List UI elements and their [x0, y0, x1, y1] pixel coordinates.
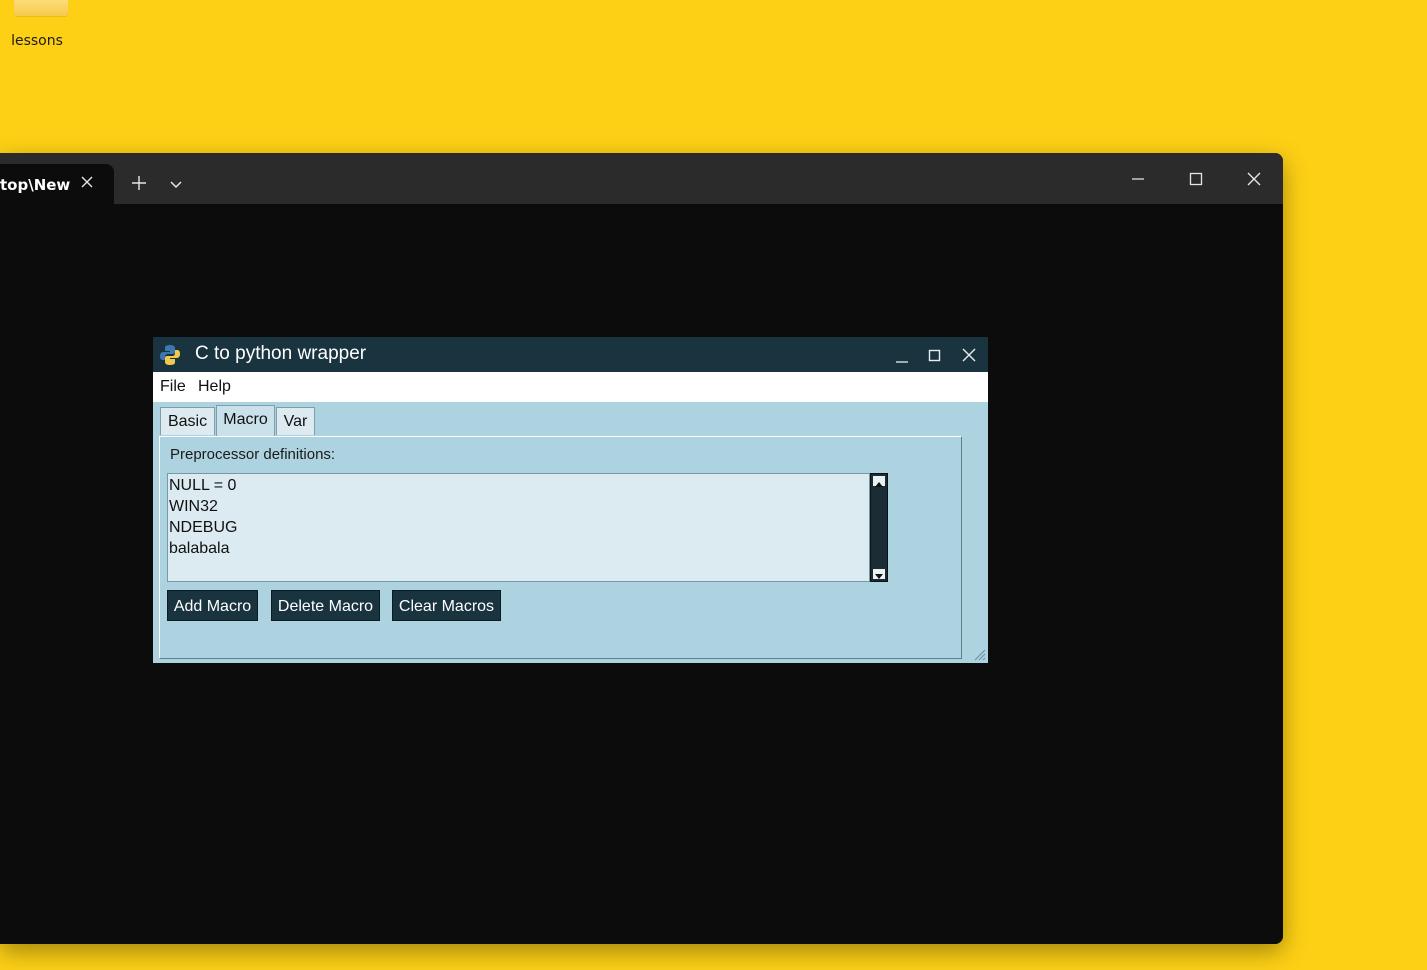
preprocessor-definitions-label: Preprocessor definitions:	[170, 446, 336, 463]
tab-var[interactable]: Var	[276, 407, 315, 435]
tab-basic[interactable]: Basic	[160, 407, 215, 435]
tab-macro[interactable]: Macro	[216, 405, 275, 437]
listbox-scrollbar[interactable]	[870, 473, 888, 582]
desktop: lessons top\New C to python wrapper File…	[0, 0, 1427, 970]
list-item[interactable]: WIN32	[169, 496, 218, 517]
c-to-python-wrapper-window: C to python wrapper File Help Basic Macr…	[153, 337, 988, 663]
desktop-icon-label: lessons	[11, 33, 63, 49]
macro-panel: Preprocessor definitions: NULL = 0 WIN32…	[159, 436, 962, 659]
list-item[interactable]: NULL = 0	[169, 475, 236, 496]
folder-icon	[14, 0, 68, 16]
add-macro-button[interactable]: Add Macro	[167, 590, 258, 621]
desktop-icon-lessons[interactable]: lessons	[4, 0, 70, 58]
app-close-icon[interactable]	[957, 344, 981, 366]
minimize-icon[interactable]	[1118, 165, 1158, 193]
terminal-tab[interactable]: top\New	[0, 164, 114, 204]
new-tab-plus-icon[interactable]	[128, 172, 150, 194]
menu-file[interactable]: File	[160, 378, 186, 396]
app-title-bar[interactable]: C to python wrapper	[153, 337, 988, 372]
maximize-icon[interactable]	[1176, 165, 1216, 193]
menu-bar: File Help	[153, 372, 988, 402]
scroll-down-arrow-icon[interactable]	[873, 569, 885, 579]
delete-macro-button[interactable]: Delete Macro	[271, 590, 380, 621]
close-tab-icon[interactable]	[78, 173, 96, 191]
chevron-down-icon[interactable]	[166, 174, 186, 194]
app-minimize-icon[interactable]	[890, 344, 914, 366]
terminal-tab-bar: top\New	[0, 153, 1283, 204]
close-window-icon[interactable]	[1234, 165, 1274, 193]
scroll-up-arrow-icon[interactable]	[873, 476, 885, 487]
resize-grip-icon[interactable]	[972, 647, 986, 661]
menu-help[interactable]: Help	[198, 378, 231, 396]
terminal-tab-title: top\New	[0, 176, 71, 194]
app-window-title: C to python wrapper	[195, 343, 367, 364]
macro-listbox[interactable]: NULL = 0 WIN32 NDEBUG balabala	[167, 473, 870, 582]
clear-macros-button[interactable]: Clear Macros	[392, 590, 501, 621]
list-item[interactable]: NDEBUG	[169, 517, 237, 538]
app-maximize-icon[interactable]	[922, 344, 946, 366]
python-logo-icon	[159, 344, 181, 366]
list-item[interactable]: balabala	[169, 538, 230, 559]
